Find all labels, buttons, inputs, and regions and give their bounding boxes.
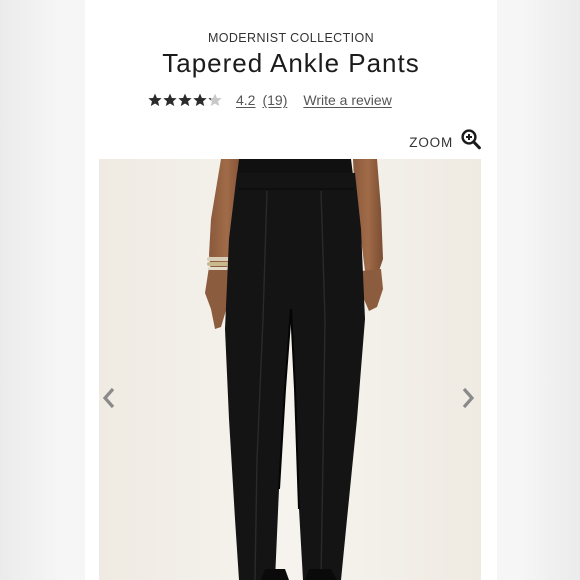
star-icon (148, 93, 162, 107)
zoom-label: ZOOM (409, 134, 453, 150)
model-in-pants-illustration (99, 159, 481, 580)
chevron-left-icon (98, 387, 120, 416)
rating-row: 4.2 (19) Write a review (148, 90, 392, 110)
magnifier-plus-icon (461, 129, 481, 155)
star-icon (193, 93, 207, 107)
review-count-link[interactable]: (19) (262, 92, 287, 108)
chevron-right-icon (457, 387, 479, 416)
star-icon (178, 93, 192, 107)
previous-image-button[interactable] (98, 384, 120, 412)
star-rating (148, 93, 222, 107)
star-icon (208, 93, 222, 107)
zoom-button[interactable]: ZOOM (409, 129, 481, 155)
next-image-button[interactable] (457, 384, 479, 412)
write-review-link[interactable]: Write a review (303, 92, 391, 108)
product-image[interactable] (99, 159, 481, 580)
page: MODERNIST COLLECTION Tapered Ankle Pants… (0, 0, 580, 580)
collection-name: MODERNIST COLLECTION (207, 31, 375, 45)
rating-value-link[interactable]: 4.2 (236, 92, 255, 108)
product-card: MODERNIST COLLECTION Tapered Ankle Pants… (85, 0, 497, 580)
star-icon (163, 93, 177, 107)
product-title: Tapered Ankle Pants (162, 48, 420, 78)
